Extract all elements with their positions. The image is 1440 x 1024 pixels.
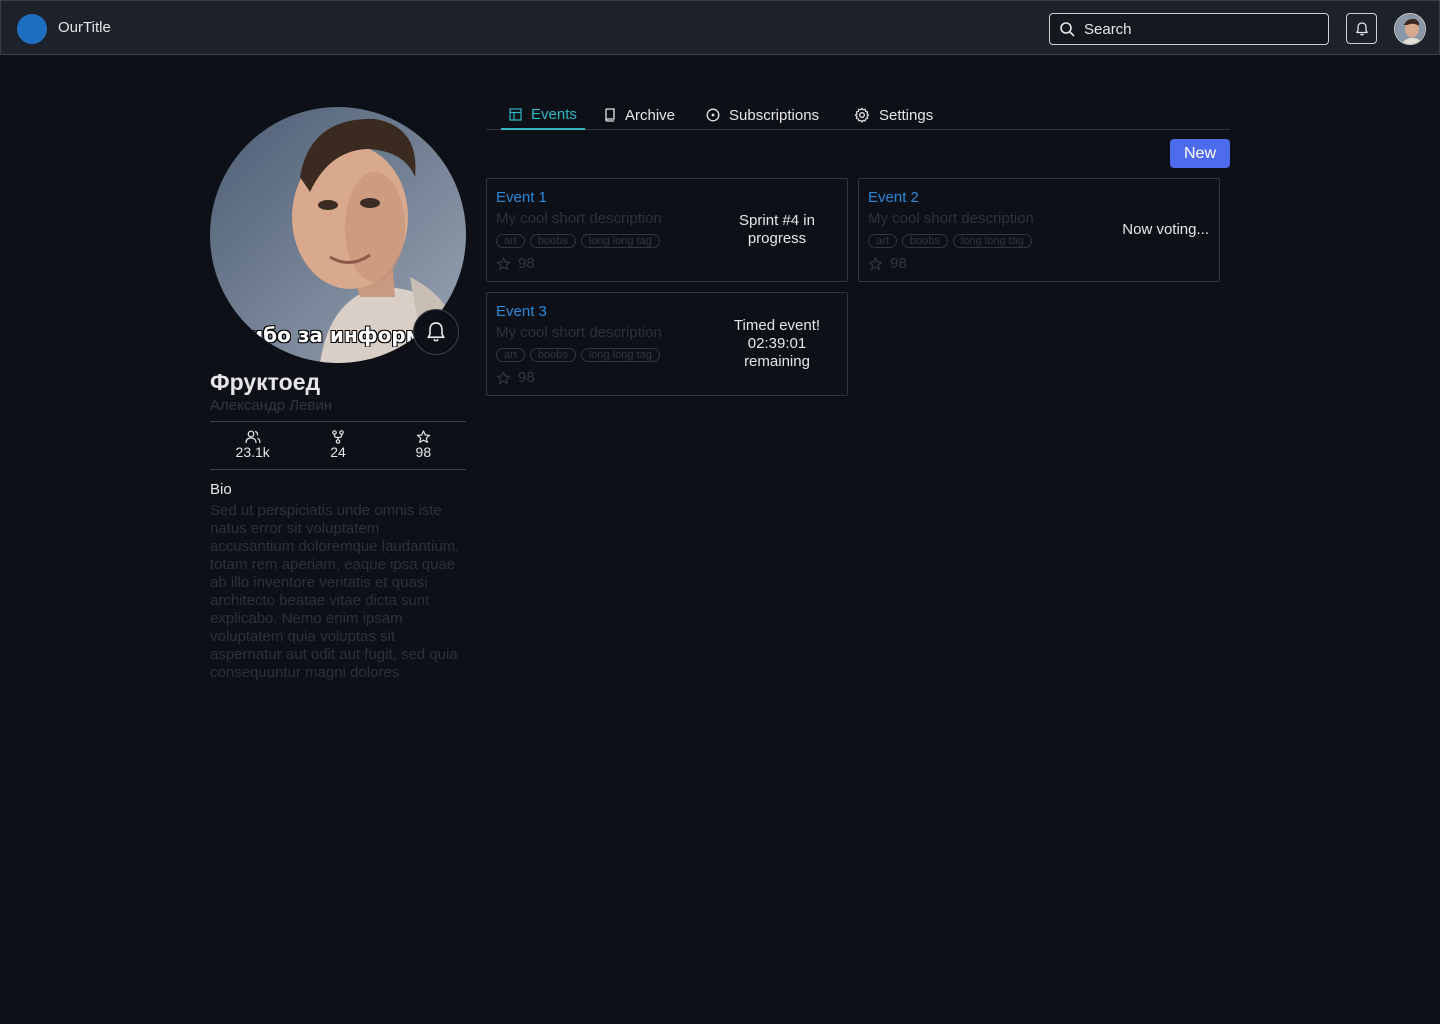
- event-tag[interactable]: long long tag: [580, 348, 660, 362]
- event-tag[interactable]: boobs: [901, 234, 948, 248]
- bell-icon: [1355, 21, 1368, 35]
- app-title[interactable]: OurTitle: [58, 19, 111, 36]
- event-card[interactable]: Event 1 My cool short description art bo…: [486, 178, 848, 282]
- event-tag[interactable]: long long tag: [952, 234, 1032, 248]
- event-rating-value: 98: [518, 255, 535, 272]
- search-input[interactable]: [1084, 20, 1314, 38]
- event-title[interactable]: Event 1: [496, 189, 547, 206]
- tab-events-label: Events: [531, 105, 577, 123]
- bell-icon: [427, 322, 445, 342]
- event-card[interactable]: Event 3 My cool short description art bo…: [486, 292, 848, 396]
- notifications-button[interactable]: [1346, 13, 1377, 44]
- event-rating[interactable]: 98: [868, 255, 907, 272]
- logo-icon[interactable]: [17, 14, 47, 44]
- new-event-button[interactable]: New: [1170, 139, 1230, 168]
- event-tags: art boobs long long tag: [496, 348, 660, 362]
- event-tag[interactable]: long long tag: [580, 234, 660, 248]
- user-avatar[interactable]: [1394, 13, 1426, 45]
- event-status: Now voting...: [1122, 221, 1209, 238]
- tab-events[interactable]: Events: [501, 100, 585, 130]
- users-icon: [245, 430, 261, 444]
- event-tags: art boobs long long tag: [496, 234, 660, 248]
- tab-settings-label: Settings: [879, 106, 934, 124]
- followers-stat[interactable]: 23.1k: [210, 422, 295, 469]
- tab-archive-label: Archive: [625, 106, 676, 124]
- profile-name: Фруктоед: [210, 369, 321, 395]
- followers-count: 23.1k: [235, 444, 270, 460]
- tab-archive[interactable]: Archive: [604, 100, 675, 130]
- search-icon: [1060, 22, 1075, 37]
- subscribe-bell-button[interactable]: [413, 309, 459, 355]
- star-icon: [868, 256, 883, 270]
- book-icon: [605, 108, 615, 122]
- event-tag[interactable]: boobs: [529, 234, 576, 248]
- star-icon: [496, 256, 511, 270]
- event-rating-value: 98: [518, 369, 535, 386]
- event-rating[interactable]: 98: [496, 255, 535, 272]
- gear-icon: [854, 107, 870, 123]
- avatar-image: [1395, 14, 1425, 44]
- event-description: My cool short description: [496, 210, 662, 227]
- event-status: Timed event! 02:39:01 remaining: [733, 317, 821, 370]
- event-status: Sprint #4 in progress: [739, 212, 815, 247]
- star-icon: [496, 370, 511, 384]
- tab-subscriptions[interactable]: Subscriptions: [706, 100, 819, 130]
- event-description: My cool short description: [868, 210, 1034, 227]
- star-icon: [416, 430, 431, 443]
- profile-stats: 23.1k 24 98: [210, 421, 466, 470]
- event-rating[interactable]: 98: [496, 369, 535, 386]
- bio-heading: Bio: [210, 481, 232, 498]
- event-tags: art boobs long long tag: [868, 234, 1032, 248]
- table-icon: [509, 107, 522, 121]
- circle-dot-icon: [706, 108, 720, 122]
- profile-fullname: Александр Левин: [210, 397, 333, 414]
- event-description: My cool short description: [496, 324, 662, 341]
- event-rating-value: 98: [890, 255, 907, 272]
- forks-count: 24: [330, 444, 346, 460]
- stars-stat[interactable]: 98: [381, 422, 466, 469]
- bio-text: Sed ut perspiciatis unde omnis iste natu…: [210, 502, 460, 681]
- event-tag[interactable]: art: [496, 348, 525, 362]
- forks-stat[interactable]: 24: [295, 422, 380, 469]
- tab-subscriptions-label: Subscriptions: [729, 106, 820, 124]
- top-bar: OurTitle: [0, 0, 1440, 55]
- fork-icon: [332, 430, 344, 444]
- event-title[interactable]: Event 3: [496, 303, 547, 320]
- event-tag[interactable]: art: [496, 234, 525, 248]
- tab-settings[interactable]: Settings: [854, 100, 933, 130]
- event-tag[interactable]: art: [868, 234, 897, 248]
- event-title[interactable]: Event 2: [868, 189, 919, 206]
- event-card[interactable]: Event 2 My cool short description art bo…: [858, 178, 1220, 282]
- event-tag[interactable]: boobs: [529, 348, 576, 362]
- profile-tabs: Events Archive Subscriptions Settings: [486, 100, 1230, 130]
- search-box[interactable]: [1049, 13, 1329, 45]
- stars-count: 98: [415, 444, 432, 460]
